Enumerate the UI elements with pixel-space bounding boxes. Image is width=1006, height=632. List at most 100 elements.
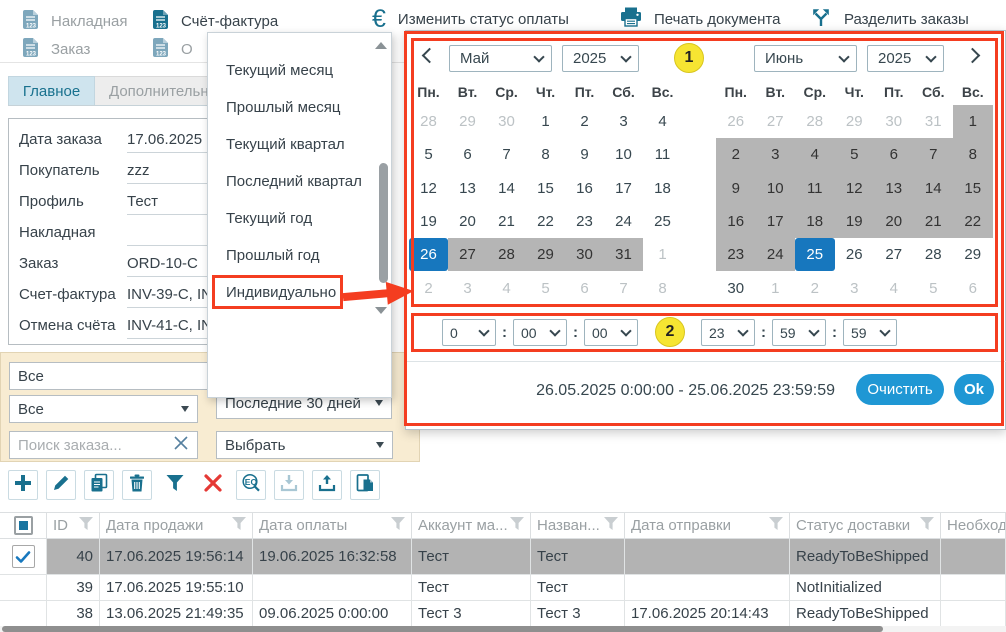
toolbar-item-invoice[interactable]: 123 Счёт-фактура [152,8,278,34]
clear-filter-button[interactable] [198,470,228,500]
funnel-icon[interactable] [920,517,934,534]
calendar-day[interactable]: 1 [953,105,993,138]
calendar-day[interactable]: 13 [874,172,914,205]
calendar-day[interactable]: 22 [953,205,993,238]
calendar-day[interactable]: 24 [756,238,796,271]
next-month-icon[interactable] [965,48,981,64]
calendar-day[interactable]: 29 [953,238,993,271]
table-row[interactable]: 4017.06.2025 19:56:1419.06.2025 16:32:58… [0,539,1006,575]
calendar-day[interactable]: 26 [835,238,875,271]
left-year-select[interactable]: 2025 [562,45,639,72]
menu-item[interactable]: Индивидуально [212,275,343,309]
calendar-day[interactable]: 2 [565,105,604,138]
column-header[interactable]: Назван... [531,513,625,538]
calendar-day[interactable]: 6 [874,138,914,171]
column-header[interactable]: Дата оплаты [253,513,412,538]
calendar-day[interactable]: 17 [604,172,643,205]
column-header[interactable]: Дата продажи [100,513,253,538]
calendar-day[interactable]: 29 [526,238,565,271]
search-eq-button[interactable]: EQ [236,470,266,500]
export-button[interactable] [312,470,342,500]
calendar-day[interactable]: 25 [643,205,682,238]
calendar-day[interactable]: 11 [643,138,682,171]
toolbar-item-print-document[interactable]: Печать документа [620,6,780,32]
toolbar-item-order2[interactable]: 123 О [152,36,193,62]
calendar-day[interactable]: 6 [565,271,604,304]
table-row[interactable]: 3917.06.2025 19:55:10ТестТестNotInitiali… [0,575,1006,601]
calendar-day[interactable]: 1 [756,271,796,304]
calendar-day[interactable]: 8 [526,138,565,171]
calendar-day[interactable]: 10 [604,138,643,171]
start-time-select[interactable]: 0 [442,319,496,346]
calendar-day[interactable]: 28 [487,238,526,271]
select-all-cell[interactable] [0,513,47,538]
calendar-day[interactable]: 26 [409,238,448,271]
calendar-day[interactable]: 19 [409,205,448,238]
calendar-day[interactable]: 30 [565,238,604,271]
calendar-day[interactable]: 6 [448,138,487,171]
clear-search-icon[interactable] [173,435,189,455]
toolbar-item-change-payment-status[interactable]: € Изменить статус оплаты [372,6,569,32]
calendar-day[interactable]: 5 [835,138,875,171]
calendar-day[interactable]: 17 [756,205,796,238]
choose-select[interactable]: Выбрать [216,431,393,459]
calendar-day[interactable]: 2 [716,138,756,171]
order-search-input[interactable] [18,437,173,454]
calendar-day[interactable]: 31 [914,105,954,138]
right-month-select[interactable]: Июнь [754,45,857,72]
calendar-day[interactable]: 10 [756,172,796,205]
right-year-select[interactable]: 2025 [867,45,944,72]
funnel-icon[interactable] [510,517,524,534]
calendar-day[interactable]: 5 [409,138,448,171]
calendar-day[interactable]: 21 [914,205,954,238]
row-checkbox-cell[interactable] [0,601,47,626]
row-checkbox[interactable] [12,545,35,568]
calendar-day[interactable]: 20 [448,205,487,238]
calendar-day[interactable]: 7 [604,271,643,304]
calendar-day[interactable]: 30 [487,105,526,138]
calendar-day[interactable]: 5 [526,271,565,304]
calendar-day[interactable]: 23 [565,205,604,238]
calendar-day[interactable]: 12 [835,172,875,205]
calendar-day[interactable]: 4 [795,138,835,171]
calendar-day[interactable]: 2 [795,271,835,304]
paste-button[interactable] [350,470,380,500]
calendar-day[interactable]: 8 [643,271,682,304]
funnel-icon[interactable] [769,517,783,534]
calendar-day[interactable]: 19 [835,205,875,238]
column-header[interactable]: Дата отправки [625,513,790,538]
horizontal-scrollbar[interactable] [0,626,1006,632]
column-header[interactable]: ID [47,513,100,538]
toolbar-item-invoice-note[interactable]: 123 Накладная [22,8,128,34]
prev-month-icon[interactable] [422,48,438,64]
calendar-day[interactable]: 4 [874,271,914,304]
start-time-select[interactable]: 00 [513,319,567,346]
row-checkbox-cell[interactable] [0,539,47,574]
calendar-day[interactable]: 9 [565,138,604,171]
edit-button[interactable] [46,470,76,500]
type-select[interactable]: Все [9,395,198,423]
calendar-day[interactable]: 6 [953,271,993,304]
menu-item[interactable]: Текущий год [208,200,375,237]
funnel-icon[interactable] [604,517,618,534]
row-checkbox-cell[interactable] [0,575,47,600]
delete-button[interactable] [122,470,152,500]
calendar-day[interactable]: 5 [914,271,954,304]
calendar-day[interactable]: 9 [716,172,756,205]
calendar-day[interactable]: 13 [448,172,487,205]
calendar-day[interactable]: 31 [604,238,643,271]
tab-additional[interactable]: Дополнительн [95,76,207,106]
menu-item[interactable]: Прошлый месяц [208,89,375,126]
calendar-day[interactable]: 15 [953,172,993,205]
funnel-icon[interactable] [391,517,405,534]
calendar-day[interactable]: 28 [795,105,835,138]
calendar-day[interactable]: 27 [448,238,487,271]
calendar-day[interactable]: 24 [604,205,643,238]
calendar-day[interactable]: 20 [874,205,914,238]
column-header[interactable]: Статус доставки [790,513,941,538]
start-time-select[interactable]: 00 [584,319,638,346]
calendar-day[interactable]: 14 [487,172,526,205]
calendar-day[interactable]: 29 [835,105,875,138]
calendar-day[interactable]: 22 [526,205,565,238]
left-month-select[interactable]: Май [449,45,552,72]
